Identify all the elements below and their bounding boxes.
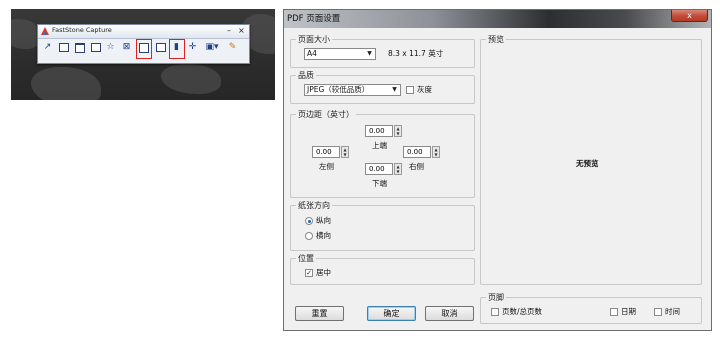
faststone-screenshot: FastStone Capture – × ↗ ☆ ⊠ ▮ ✛ ▣▾ ✎ — [11, 9, 275, 100]
time-checkbox[interactable] — [654, 308, 662, 316]
dialog-titlebar[interactable]: PDF 页面设置 x — [284, 10, 711, 28]
margin-left-label: 左侧 — [319, 162, 334, 171]
minimize-button[interactable]: – — [227, 25, 231, 37]
margins-label: 页边距（英寸） — [296, 109, 356, 120]
center-label: 居中 — [316, 268, 331, 277]
portrait-label: 纵向 — [316, 216, 331, 225]
map-landmass — [161, 64, 221, 94]
page-count-checkbox[interactable] — [491, 308, 499, 316]
preview-label: 预览 — [486, 34, 506, 45]
page-count-label: 页数/总页数 — [502, 307, 543, 316]
pdf-page-settings-dialog: PDF 页面设置 x 页面大小 A4 ▼ 8.3 x 11.7 英寸 品质 JP… — [283, 9, 712, 331]
margin-bottom-value[interactable]: 0.00 — [365, 163, 393, 175]
highlight-video-capture — [169, 39, 185, 59]
highlight-scrolling-capture — [136, 39, 152, 59]
cancel-button[interactable]: 取消 — [425, 306, 474, 321]
grayscale-checkbox[interactable] — [406, 86, 414, 94]
capture-freehand-icon[interactable]: ☆ — [105, 42, 116, 53]
page-dimensions: 8.3 x 11.7 英寸 — [388, 49, 444, 58]
settings-icon[interactable]: ✎ — [227, 42, 238, 53]
quality-value: JPEG（较低品质） — [307, 85, 370, 94]
quality-select[interactable]: JPEG（较低品质） ▼ — [304, 84, 401, 96]
time-label: 时间 — [665, 307, 680, 316]
margin-top-value[interactable]: 0.00 — [365, 125, 393, 137]
portrait-radio[interactable] — [305, 217, 313, 225]
output-destination-icon[interactable]: ▣▾ — [204, 42, 220, 53]
dialog-close-button[interactable]: x — [671, 10, 708, 22]
capture-fixed-region-icon[interactable] — [155, 42, 166, 53]
margin-top-label: 上端 — [372, 141, 387, 150]
landscape-radio[interactable] — [305, 232, 313, 240]
ok-button[interactable]: 确定 — [367, 306, 416, 321]
page-size-group: 页面大小 A4 ▼ 8.3 x 11.7 英寸 — [290, 34, 475, 68]
toolbar-titlebar[interactable]: FastStone Capture – × — [38, 25, 249, 39]
quality-label: 品质 — [296, 70, 316, 81]
grayscale-label: 灰度 — [417, 85, 432, 94]
center-checkbox[interactable]: ✓ — [305, 269, 313, 277]
orientation-group: 纸张方向 纵向 横向 — [290, 200, 475, 251]
capture-rectangle-icon[interactable] — [90, 42, 101, 53]
orientation-label: 纸张方向 — [296, 200, 332, 211]
faststone-capture-toolbar[interactable]: FastStone Capture – × ↗ ☆ ⊠ ▮ ✛ ▣▾ ✎ — [37, 24, 250, 64]
capture-window-object-icon[interactable] — [74, 42, 85, 53]
dropdown-arrow-icon: ▼ — [392, 86, 397, 93]
margin-left-value[interactable]: 0.00 — [312, 146, 340, 158]
margins-group: 页边距（英寸） 0.00 ▲ ▼ 上端 0.00 ▲ ▼ 左侧 0.00 ▲ ▼ 右侧… — [290, 109, 475, 198]
faststone-logo-icon — [41, 27, 49, 35]
quality-group: 品质 JPEG（较低品质） ▼ 灰度 — [290, 70, 475, 104]
landscape-label: 横向 — [316, 231, 331, 240]
margin-right-label: 右侧 — [409, 162, 424, 171]
screen-crosshair-icon[interactable]: ✛ — [187, 42, 198, 53]
toolbar-title: FastStone Capture — [52, 26, 112, 34]
capture-fullscreen-icon[interactable]: ⊠ — [121, 42, 132, 53]
dialog-title: PDF 页面设置 — [287, 14, 341, 24]
dropdown-arrow-icon: ▼ — [367, 50, 372, 57]
spinner-arrows-icon[interactable]: ▲ ▼ — [432, 146, 440, 158]
open-file-icon[interactable]: ↗ — [42, 42, 53, 53]
capture-active-window-icon[interactable] — [58, 42, 69, 53]
spinner-arrows-icon[interactable]: ▲ ▼ — [341, 146, 349, 158]
spinner-arrows-icon[interactable]: ▲ ▼ — [394, 125, 402, 137]
close-button[interactable]: × — [238, 25, 245, 37]
page-size-label: 页面大小 — [296, 34, 332, 45]
position-group: 位置 ✓ 居中 — [290, 253, 475, 285]
no-preview-text: 无预览 — [576, 159, 599, 168]
date-label: 日期 — [621, 307, 636, 316]
map-landmass — [31, 67, 101, 100]
date-checkbox[interactable] — [610, 308, 618, 316]
footer-group: 页脚 页数/总页数 日期 时间 — [480, 292, 702, 324]
spinner-arrows-icon[interactable]: ▲ ▼ — [394, 163, 402, 175]
reset-button[interactable]: 重置 — [295, 306, 344, 321]
preview-group: 预览 无预览 — [480, 34, 702, 285]
page-size-value: A4 — [307, 49, 317, 58]
margin-bottom-label: 下端 — [372, 179, 387, 188]
margin-right-value[interactable]: 0.00 — [403, 146, 431, 158]
page-size-select[interactable]: A4 ▼ — [304, 48, 376, 60]
position-label: 位置 — [296, 253, 316, 264]
footer-label: 页脚 — [486, 292, 506, 303]
